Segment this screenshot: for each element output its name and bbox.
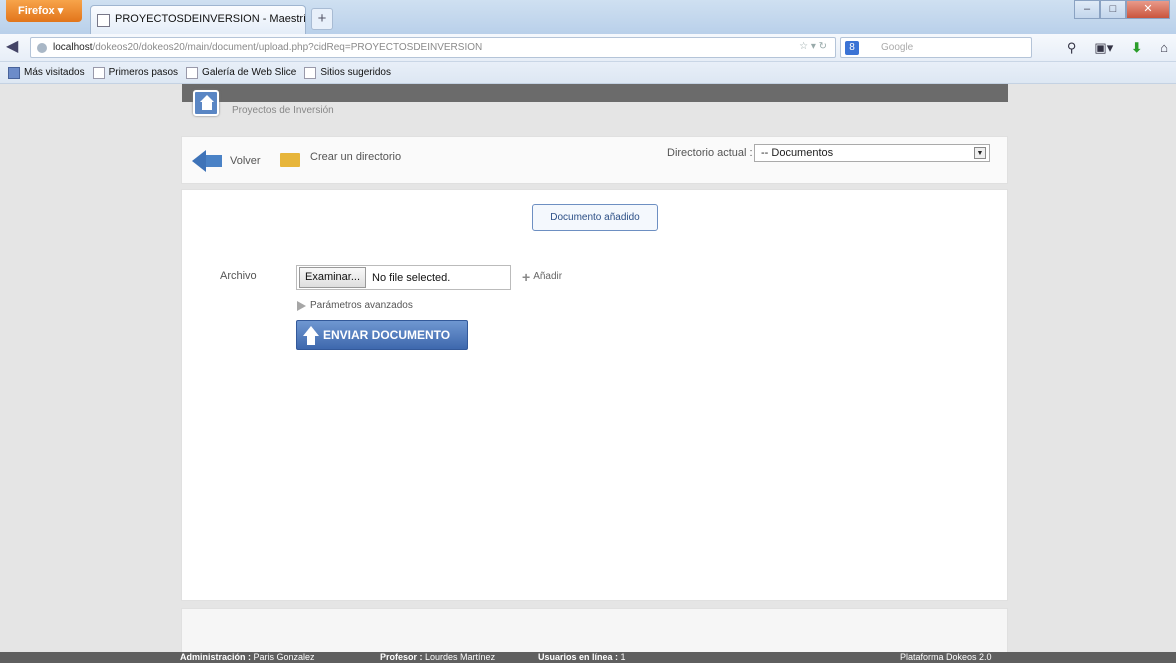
url-path: /dokeos20/dokeos20/main/document/upload.… bbox=[92, 42, 483, 53]
bookmark-page-icon bbox=[92, 66, 105, 79]
site-identity-icon[interactable] bbox=[37, 43, 47, 53]
footer-users-online: Usuarios en línea : 1 bbox=[538, 652, 626, 662]
window-controls: – □ ✕ bbox=[1074, 0, 1170, 20]
tab-title: PROYECTOSDEINVERSION - Maestría en ... bbox=[115, 13, 306, 25]
bookmarks-menu-icon[interactable]: ▣▾ bbox=[1094, 40, 1113, 56]
current-directory-label: Directorio actual : bbox=[667, 147, 753, 159]
advanced-parameters-toggle[interactable]: Parámetros avanzados bbox=[297, 300, 413, 311]
footer-users-count: 1 bbox=[620, 652, 626, 662]
browser-tab[interactable]: PROYECTOSDEINVERSION - Maestría en ... bbox=[90, 5, 306, 34]
footer-admin: Administración : Paris Gonzalez bbox=[180, 652, 315, 662]
back-arrow-icon[interactable]: ◀ bbox=[6, 38, 26, 58]
footer-statusbar: Administración : Paris Gonzalez Profesor… bbox=[0, 652, 1176, 663]
bookmark-item[interactable]: Galería de Web Slice bbox=[186, 66, 297, 79]
send-document-label: ENVIAR DOCUMENTO bbox=[323, 328, 451, 342]
url-host: localhost bbox=[53, 42, 93, 53]
create-directory-label: Crear un directorio bbox=[310, 151, 402, 163]
upload-panel: Documento añadido Archivo Examinar... No… bbox=[181, 189, 1008, 601]
add-file-label: Añadir bbox=[533, 271, 563, 282]
advanced-parameters-label: Parámetros avanzados bbox=[310, 300, 413, 311]
footer-teacher-name[interactable]: Lourdes Martínez bbox=[425, 652, 495, 662]
bookmark-item[interactable]: Más visitados bbox=[8, 66, 85, 79]
back-label: Volver bbox=[230, 155, 261, 167]
footer-admin-label: Administración : bbox=[180, 652, 252, 662]
bookmark-page-icon bbox=[186, 66, 199, 79]
footer-box bbox=[181, 608, 1008, 653]
page-content: Proyectos de Inversión Volver Crear un d… bbox=[0, 84, 1176, 663]
bookmark-label: Galería de Web Slice bbox=[202, 67, 297, 78]
maximize-icon[interactable]: □ bbox=[1100, 0, 1126, 19]
search-engine-icon[interactable]: 8 bbox=[845, 41, 859, 55]
firefox-menu-label: Firefox bbox=[18, 5, 55, 17]
add-file-button[interactable]: + Añadir bbox=[522, 268, 563, 285]
file-label: Archivo bbox=[220, 270, 257, 282]
document-added-notice[interactable]: Documento añadido bbox=[532, 204, 658, 231]
folder-icon bbox=[280, 153, 300, 167]
bookmark-item[interactable]: Primeros pasos bbox=[92, 66, 179, 79]
footer-teacher: Profesor : Lourdes Martínez bbox=[380, 652, 495, 662]
bookmark-label: Más visitados bbox=[24, 67, 85, 78]
close-icon[interactable]: ✕ bbox=[1126, 0, 1170, 19]
document-toolbar: Volver Crear un directorio Directorio ac… bbox=[181, 136, 1008, 184]
upload-arrow-icon bbox=[303, 326, 319, 346]
download-icon[interactable]: ⬇ bbox=[1131, 40, 1142, 56]
nav-tools: ⚲ ▣▾ ⬇ ⌂ bbox=[1067, 40, 1168, 56]
send-document-button[interactable]: ENVIAR DOCUMENTO bbox=[296, 320, 468, 350]
footer-platform[interactable]: Plataforma Dokeos 2.0 bbox=[900, 652, 992, 662]
browser-titlebar: Firefox ▾ PROYECTOSDEINVERSION - Maestrí… bbox=[0, 0, 1176, 34]
firefox-menu-button[interactable]: Firefox ▾ bbox=[6, 0, 82, 22]
footer-users-label: Usuarios en línea : bbox=[538, 652, 619, 662]
new-tab-button[interactable]: + bbox=[311, 8, 333, 30]
chevron-down-icon[interactable]: ▼ bbox=[974, 147, 986, 159]
bookmark-item[interactable]: Sitios sugeridos bbox=[304, 66, 391, 79]
header-strip bbox=[182, 84, 1008, 102]
minimize-icon[interactable]: – bbox=[1074, 0, 1100, 19]
search-placeholder: Google bbox=[881, 42, 914, 53]
course-home-icon[interactable] bbox=[193, 90, 219, 116]
arrow-back-icon bbox=[192, 150, 222, 172]
bookmark-page-icon bbox=[304, 66, 317, 79]
footer-teacher-label: Profesor : bbox=[380, 652, 423, 662]
browser-navbar: ◀ localhost/dokeos20/dokeos20/main/docum… bbox=[0, 34, 1176, 62]
page-favicon-icon bbox=[97, 14, 110, 27]
url-bar[interactable]: localhost/dokeos20/dokeos20/main/documen… bbox=[30, 37, 836, 58]
most-visited-icon bbox=[8, 66, 20, 79]
course-name[interactable]: Proyectos de Inversión bbox=[232, 105, 334, 116]
search-icon[interactable]: ⚲ bbox=[1067, 40, 1077, 56]
browse-button[interactable]: Examinar... bbox=[299, 267, 367, 288]
reload-icon[interactable]: ☆ ▾ ↻ bbox=[799, 41, 827, 52]
plus-icon: + bbox=[522, 268, 531, 285]
current-directory-value: -- Documentos bbox=[761, 147, 834, 159]
footer-admin-name[interactable]: Paris Gonzalez bbox=[254, 652, 315, 662]
create-directory-button[interactable]: Crear un directorio bbox=[280, 150, 402, 167]
current-directory-select[interactable]: -- Documentos ▼ bbox=[754, 144, 990, 162]
search-bar[interactable]: 8 Google bbox=[840, 37, 1032, 58]
file-status: No file selected. bbox=[372, 271, 451, 284]
back-button[interactable]: Volver bbox=[192, 150, 261, 172]
file-input[interactable]: Examinar... No file selected. bbox=[296, 265, 511, 290]
bookmarks-toolbar: Más visitados Primeros pasos Galería de … bbox=[0, 62, 1176, 84]
home-icon[interactable]: ⌂ bbox=[1160, 40, 1168, 56]
expand-arrow-icon bbox=[297, 300, 306, 311]
bookmark-label: Sitios sugeridos bbox=[320, 67, 391, 78]
bookmark-label: Primeros pasos bbox=[108, 67, 179, 78]
